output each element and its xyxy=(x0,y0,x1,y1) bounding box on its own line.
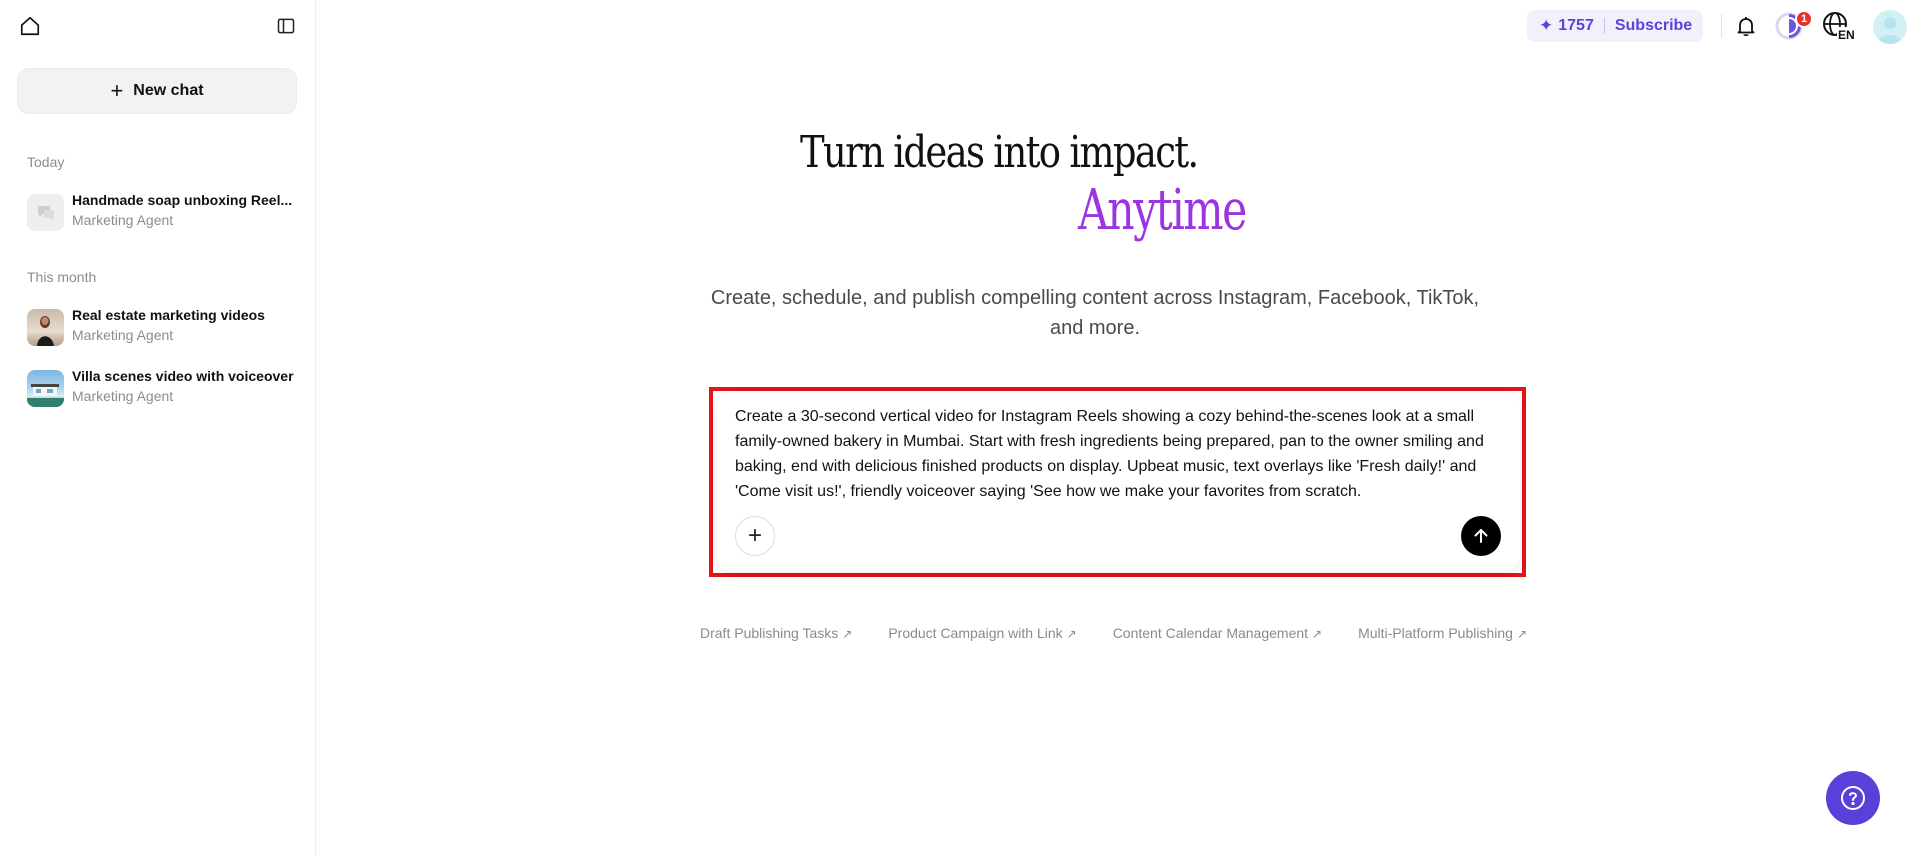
new-chat-button[interactable]: + New chat xyxy=(17,68,297,114)
hero-accent-title: Anytime xyxy=(1078,178,1247,243)
divider xyxy=(1721,14,1722,38)
external-arrow-icon: ↗ xyxy=(1312,627,1323,641)
chat-history-item[interactable]: Villa scenes video with voiceover Market… xyxy=(22,362,302,412)
external-arrow-icon: ↗ xyxy=(1066,627,1077,641)
external-arrow-icon: ↗ xyxy=(1516,627,1527,641)
language-globe-icon[interactable]: EN xyxy=(1822,11,1858,42)
notification-badge: 1 xyxy=(1795,10,1813,28)
suggestion-multi-platform[interactable]: Multi-Platform Publishing ↗ xyxy=(1358,625,1527,641)
chat-history-item[interactable]: Handmade soap unboxing Reel... Marketing… xyxy=(22,186,302,236)
sidebar: + New chat Today Handmade soap unboxing … xyxy=(0,0,316,856)
help-question-icon[interactable] xyxy=(1826,771,1880,825)
chat-thumbnail xyxy=(27,370,64,407)
credits-count: 1757 xyxy=(1558,17,1594,34)
chat-subtitle: Marketing Agent xyxy=(72,327,174,343)
language-code: EN xyxy=(1838,28,1855,41)
credits-subscribe-pill: ✦ 1757 Subscribe xyxy=(1527,10,1703,42)
home-icon[interactable] xyxy=(17,13,43,39)
chat-subtitle: Marketing Agent xyxy=(72,212,174,228)
chat-title: Real estate marketing videos xyxy=(72,307,265,323)
plus-icon: + xyxy=(110,78,124,103)
sidebar-toggle-icon[interactable] xyxy=(274,14,298,38)
user-avatar[interactable] xyxy=(1873,10,1907,44)
suggestion-content-calendar[interactable]: Content Calendar Management ↗ xyxy=(1113,625,1322,641)
prompt-composer: Create a 30-second vertical video for In… xyxy=(717,392,1520,572)
section-label-today: Today xyxy=(27,154,65,170)
sidebar-header xyxy=(0,0,316,52)
chat-thumbnail xyxy=(27,309,64,346)
external-arrow-icon: ↗ xyxy=(842,627,853,641)
divider xyxy=(1603,18,1605,34)
bell-icon[interactable] xyxy=(1732,12,1760,40)
send-arrow-up-icon[interactable] xyxy=(1461,516,1501,556)
hero-title: Turn ideas into impact. xyxy=(800,127,1199,178)
attach-plus-icon[interactable]: + xyxy=(735,516,775,556)
section-label-this-month: This month xyxy=(27,269,97,285)
chat-title: Handmade soap unboxing Reel... xyxy=(72,192,293,208)
suggestion-draft-publishing-tasks[interactable]: Draft Publishing Tasks ↗ xyxy=(700,625,852,641)
chat-bubble-icon xyxy=(27,194,64,231)
suggestion-links: Draft Publishing Tasks ↗ Product Campaign… xyxy=(700,625,1550,641)
suggestion-product-campaign[interactable]: Product Campaign with Link ↗ xyxy=(888,625,1076,641)
hero-subtitle: Create, schedule, and publish compelling… xyxy=(710,287,1480,339)
prompt-input[interactable]: Create a 30-second vertical video for In… xyxy=(735,404,1505,504)
new-chat-label: New chat xyxy=(133,82,204,99)
subscribe-button[interactable]: Subscribe xyxy=(1615,17,1692,35)
chat-title: Villa scenes video with voiceover xyxy=(72,368,294,384)
sparkle-icon: ✦ xyxy=(1539,16,1554,35)
chat-subtitle: Marketing Agent xyxy=(72,388,174,404)
chat-history-item[interactable]: Real estate marketing videos Marketing A… xyxy=(22,301,302,351)
